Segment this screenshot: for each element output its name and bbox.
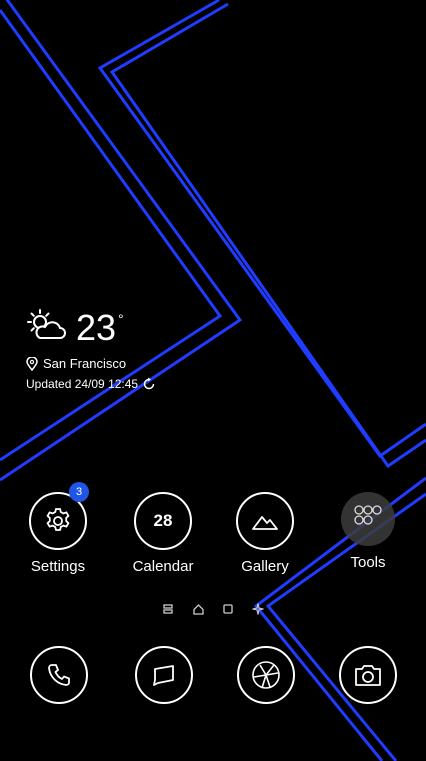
page-dot-icon[interactable] xyxy=(221,602,235,616)
app-tools[interactable]: Tools xyxy=(323,492,413,571)
partly-cloudy-icon xyxy=(27,309,66,339)
menu-page-icon[interactable] xyxy=(161,602,175,616)
gallery-icon-circle[interactable] xyxy=(236,492,294,550)
gear-icon xyxy=(46,508,70,531)
app-gallery[interactable]: Gallery xyxy=(220,492,310,575)
app-calendar[interactable]: 28 Calendar xyxy=(118,492,208,575)
notification-badge: 3 xyxy=(69,482,89,502)
app-label: Settings xyxy=(30,558,86,575)
page-indicator xyxy=(0,602,426,616)
app-settings[interactable]: 3 Settings xyxy=(13,482,103,575)
sparkle-page-icon[interactable] xyxy=(251,602,265,616)
browser-icon[interactable] xyxy=(237,646,295,704)
location-name: San Francisco xyxy=(43,356,127,371)
temperature: 23 xyxy=(76,307,117,348)
temperature-unit: ° xyxy=(118,311,124,327)
location-pin-icon xyxy=(26,356,38,371)
folder-icon[interactable] xyxy=(341,492,395,546)
app-label: Calendar xyxy=(132,558,194,575)
calendar-icon[interactable]: 28 xyxy=(134,492,192,550)
updated-time: Updated 24/09 12:45 xyxy=(26,377,139,391)
phone-icon[interactable] xyxy=(30,646,88,704)
home-page-icon[interactable] xyxy=(191,602,205,616)
camera-icon[interactable] xyxy=(339,646,397,704)
app-label: Gallery xyxy=(241,558,289,575)
settings-icon-circle[interactable]: 3 xyxy=(29,482,89,550)
app-label: Tools xyxy=(350,554,386,571)
calendar-day: 28 xyxy=(153,511,173,530)
folder-preview-icon xyxy=(354,505,382,525)
refresh-icon[interactable] xyxy=(142,377,156,391)
mountain-icon xyxy=(252,516,278,530)
weather-widget[interactable]: 23 ° San Francisco Updated 24/09 12:45 xyxy=(26,308,156,391)
message-icon[interactable] xyxy=(135,646,193,704)
